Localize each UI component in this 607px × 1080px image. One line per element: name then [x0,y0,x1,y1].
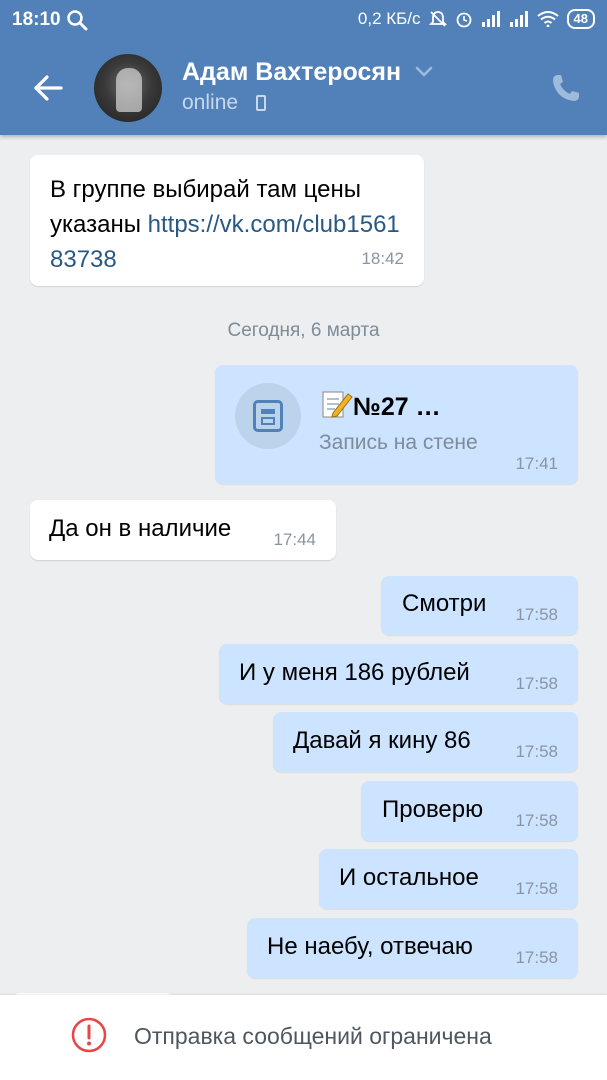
warning-icon [71,1017,107,1053]
wifi-icon [536,11,559,27]
chevron-down-icon[interactable] [415,66,433,78]
message-outgoing: И остальное 17:58 [319,849,578,909]
message-time: 17:58 [515,811,558,830]
message-time: 17:58 [515,674,558,693]
message-outgoing: И у меня 186 рублей 17:58 [219,644,578,704]
mute-icon [428,11,447,27]
alarm-icon [456,12,471,28]
search-icon [67,10,88,31]
message-time: 17:41 [515,454,558,473]
message-outgoing: Давай я кину 86 17:58 [273,712,578,772]
contact-status: online [182,91,239,114]
message-text: Не наебу, отвечаю [267,933,473,960]
message-text: И остальное [339,864,479,891]
message-incoming: Да он в наличие 17:44 [30,500,336,560]
avatar[interactable] [94,54,162,122]
mobile-icon [256,95,266,111]
message-text: Смотри [402,590,487,617]
wall-post-attachment[interactable]: №27 … Запись на стене 17:41 [215,365,578,484]
wall-post-title: №27 … [321,389,441,422]
status-time: 18:10 [12,9,61,30]
date-separator: Сегодня, 6 марта [227,320,380,341]
back-arrow-icon[interactable] [30,70,66,106]
message-time: 17:58 [515,742,558,761]
wall-post-icon [235,383,301,449]
memo-icon [322,391,353,418]
message-list[interactable]: В группе выбирай там цены указаны https:… [0,135,607,995]
compose-bar: Отправка сообщений ограничена [0,995,607,1080]
message-time: 17:44 [273,530,316,549]
message-outgoing: Смотри 17:58 [381,576,578,635]
message-time: 17:58 [515,605,558,624]
message-text: Проверю [382,796,484,823]
message-outgoing: Проверю 17:58 [361,781,578,841]
message-time: 17:58 [515,948,558,967]
network-speed: 0,2 КБ/с [357,9,421,28]
message-incoming: В группе выбирай там цены указаны https:… [30,155,424,286]
message-text: Давай я кину 86 [293,727,471,754]
signal-icon [509,11,528,27]
signal-icon [481,11,500,27]
app-header: 18:10 0,2 КБ/с 48 Адам Вахтеросян online [0,0,607,135]
message-text: Да он в наличие [49,515,232,542]
contact-name[interactable]: Адам Вахтеросян [182,58,401,87]
message-text: И у меня 186 рублей [239,659,470,686]
wall-post-subtitle: Запись на стене [319,431,478,454]
phone-icon[interactable] [550,72,582,104]
message-time: 17:58 [515,879,558,898]
message-time: 18:42 [361,249,404,268]
battery-icon: 48 [566,9,595,29]
status-bar: 18:10 0,2 КБ/с 48 [0,0,607,40]
restriction-message: Отправка сообщений ограничена [134,1023,492,1049]
status-right: 0,2 КБ/с 48 [358,9,595,29]
message-outgoing: Не наебу, отвечаю 17:58 [247,918,578,978]
